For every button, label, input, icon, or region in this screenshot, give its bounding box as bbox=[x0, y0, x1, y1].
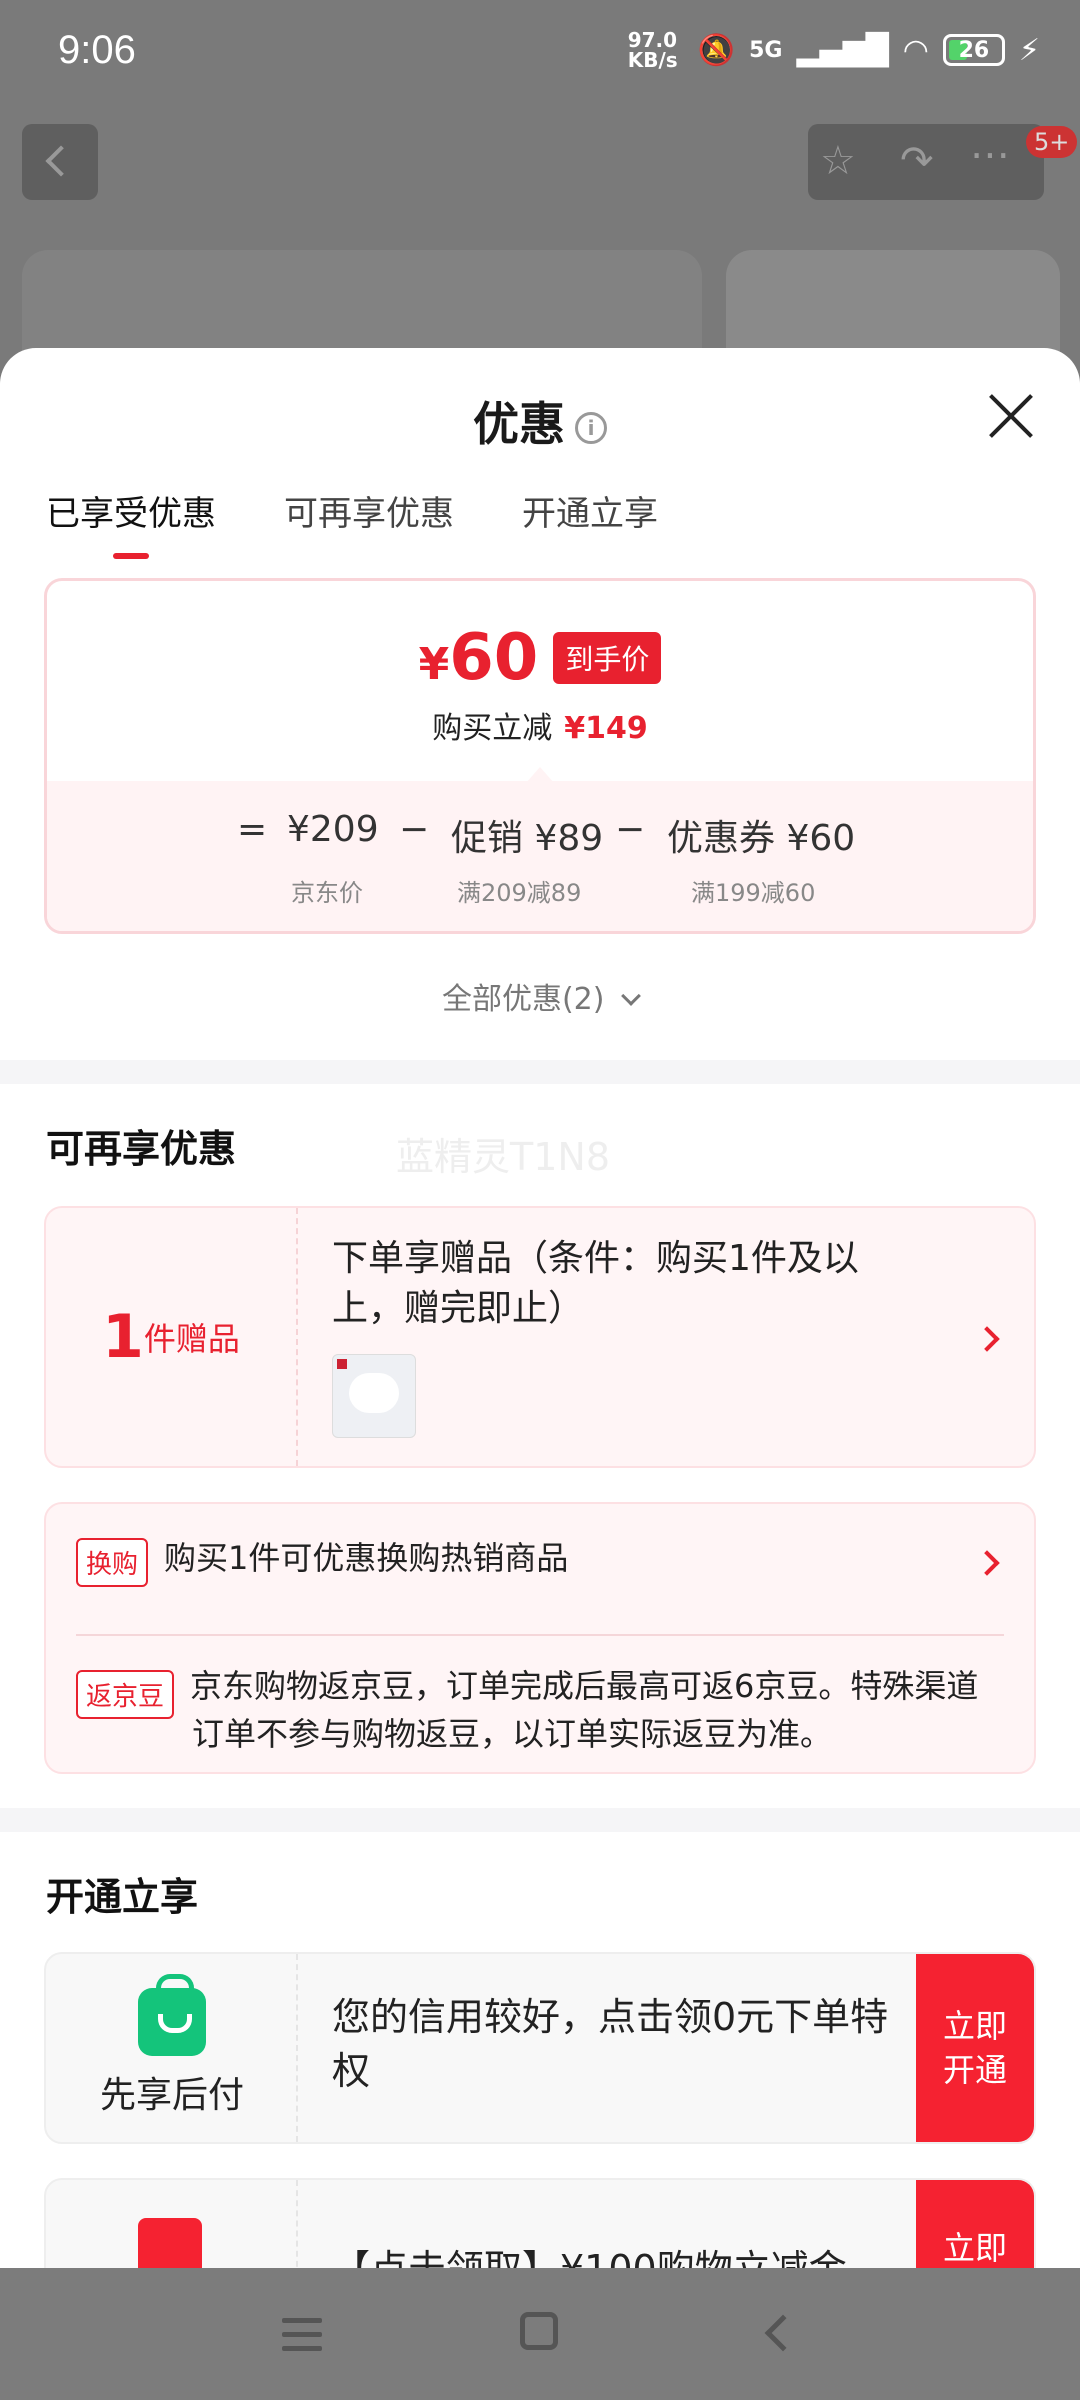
coupon-card[interactable]: 【点击领取】¥100购物立减金 立即 bbox=[44, 2178, 1036, 2268]
all-discounts-label: 全部优惠(2) bbox=[441, 982, 605, 1017]
chevron-right-icon bbox=[974, 1326, 1000, 1352]
jingdou-text: 京东购物返京豆，订单完成后最高可返6京豆。特殊渠道订单不参与购物返豆，以订单实际… bbox=[190, 1667, 979, 1753]
reduce-row: 购买立减 ¥149 bbox=[47, 703, 1033, 747]
reduce-label: 购买立减 bbox=[432, 711, 553, 746]
net-speed: 97.0 KB/s bbox=[627, 28, 678, 72]
coupon-condition: 满199减60 bbox=[691, 879, 816, 907]
exchange-text: 购买1件可优惠换购热销商品 bbox=[164, 1539, 569, 1577]
all-discounts-toggle[interactable]: 全部优惠(2) bbox=[0, 974, 1080, 1018]
home-icon[interactable] bbox=[520, 2312, 558, 2350]
share-icon[interactable]: ↷ bbox=[900, 138, 934, 184]
claim-button[interactable]: 立即 bbox=[916, 2180, 1034, 2268]
pay-later-text: 您的信用较好，点击领0元下单特权 bbox=[332, 1995, 889, 2093]
jd-price-label: 京东价 bbox=[291, 879, 363, 907]
promo-condition: 满209减89 bbox=[457, 879, 582, 907]
final-price: ¥60 bbox=[418, 621, 539, 695]
final-price-tag: 到手价 bbox=[553, 632, 662, 684]
tab-enjoyed[interactable]: 已享受优惠 bbox=[46, 486, 216, 559]
status-time: 9:06 bbox=[58, 28, 136, 72]
signal-icon: ▂▄▆█ bbox=[796, 32, 889, 68]
discount-sheet: 优惠 i 已享受优惠 可再享优惠 开通立享 ¥60 到手价 购买立减 ¥149 = … bbox=[0, 348, 1080, 2268]
battery-icon: 26 bbox=[942, 34, 1005, 66]
final-price-row: ¥60 到手价 bbox=[47, 621, 1033, 695]
coupon-amount: 优惠券 ¥60 bbox=[667, 818, 856, 859]
shopping-bag-icon bbox=[138, 1974, 206, 2056]
coupon-brand bbox=[46, 2180, 298, 2268]
signal-label: 5G bbox=[749, 37, 783, 63]
section-divider bbox=[0, 1060, 1080, 1084]
formula-minus-2: − bbox=[615, 809, 646, 850]
chevron-left-icon bbox=[45, 145, 77, 177]
gift-offer-card[interactable]: 1 件赠品 下单享赠品（条件：购买1件及以上，赠完即止） bbox=[44, 1206, 1036, 1468]
exchange-row[interactable]: 换购 购买1件可优惠换购热销商品 bbox=[46, 1504, 1034, 1624]
message-badge: 5+ bbox=[1026, 126, 1078, 158]
status-bar: 9:06 97.0 KB/s 🔕 5G ▂▄▆█ ◠ 26 ⚡ bbox=[0, 0, 1080, 110]
sheet-title-row: 优惠 i bbox=[0, 388, 1080, 454]
back-icon[interactable] bbox=[764, 2314, 802, 2352]
nav-actions: ☆ ↷ ⋯ bbox=[808, 124, 1044, 200]
chevron-down-icon bbox=[621, 986, 641, 1006]
gift-count: 1 件赠品 bbox=[46, 1208, 298, 1466]
close-button[interactable] bbox=[986, 392, 1036, 442]
discount-tabs: 已享受优惠 可再享优惠 开通立享 bbox=[46, 486, 658, 559]
status-icons: 97.0 KB/s 🔕 5G ▂▄▆█ ◠ 26 ⚡ bbox=[628, 30, 1040, 70]
star-icon[interactable]: ☆ bbox=[820, 138, 856, 184]
open-now-button[interactable]: 立即开通 bbox=[916, 1954, 1034, 2142]
more-icon[interactable]: ⋯ bbox=[970, 132, 1010, 178]
chevron-right-icon bbox=[974, 1550, 1000, 1576]
info-icon[interactable]: i bbox=[575, 411, 607, 444]
mute-icon: 🔕 bbox=[697, 32, 736, 68]
product-top-nav: ☆ ↷ ⋯ 5+ bbox=[0, 110, 1080, 220]
formula-equals: = bbox=[237, 809, 268, 850]
more-discounts-title: 可再享优惠 bbox=[46, 1127, 237, 1171]
promo-amount: 促销 ¥89 bbox=[451, 818, 604, 859]
formula-minus-1: − bbox=[399, 809, 430, 850]
promo-list-card: 换购 购买1件可优惠换购热销商品 返京豆 京东购物返京豆，订单完成后最高可返6京… bbox=[44, 1502, 1036, 1774]
watermark-text: 蓝精灵T1N8 bbox=[396, 1135, 610, 1179]
promo-separator bbox=[76, 1634, 1004, 1636]
pay-later-name: 先享后付 bbox=[99, 2075, 244, 2116]
menu-icon[interactable] bbox=[282, 2318, 322, 2360]
pay-later-card[interactable]: 先享后付 您的信用较好，点击领0元下单特权 立即开通 bbox=[44, 1952, 1036, 2144]
tab-more-discounts[interactable]: 可再享优惠 bbox=[284, 486, 454, 535]
gift-description: 下单享赠品（条件：购买1件及以上，赠完即止） bbox=[332, 1238, 859, 1329]
open-now-title: 开通立享 bbox=[46, 1875, 199, 1919]
gift-product-image bbox=[332, 1354, 416, 1438]
price-breakdown-card: ¥60 到手价 购买立减 ¥149 = ¥209 京东价 − 促销 ¥89 满20… bbox=[44, 578, 1036, 934]
system-nav-bar bbox=[0, 2268, 1080, 2400]
sheet-title: 优惠 bbox=[473, 397, 565, 451]
exchange-tag: 换购 bbox=[76, 1538, 149, 1587]
reduce-amount: ¥149 bbox=[564, 711, 648, 746]
jingdou-tag: 返京豆 bbox=[76, 1670, 175, 1719]
jd-price: ¥209 bbox=[287, 809, 379, 850]
back-button[interactable] bbox=[22, 124, 98, 200]
caret-pointer bbox=[526, 767, 554, 783]
pay-later-brand: 先享后付 bbox=[46, 1954, 298, 2142]
coupon-text: 【点击领取】¥100购物立减金 bbox=[332, 2242, 912, 2268]
card-icon bbox=[138, 2218, 202, 2268]
charging-icon: ⚡ bbox=[1018, 32, 1040, 68]
section-divider bbox=[0, 1808, 1080, 1832]
wifi-icon: ◠ bbox=[902, 32, 929, 68]
tab-open-now[interactable]: 开通立享 bbox=[522, 486, 658, 535]
